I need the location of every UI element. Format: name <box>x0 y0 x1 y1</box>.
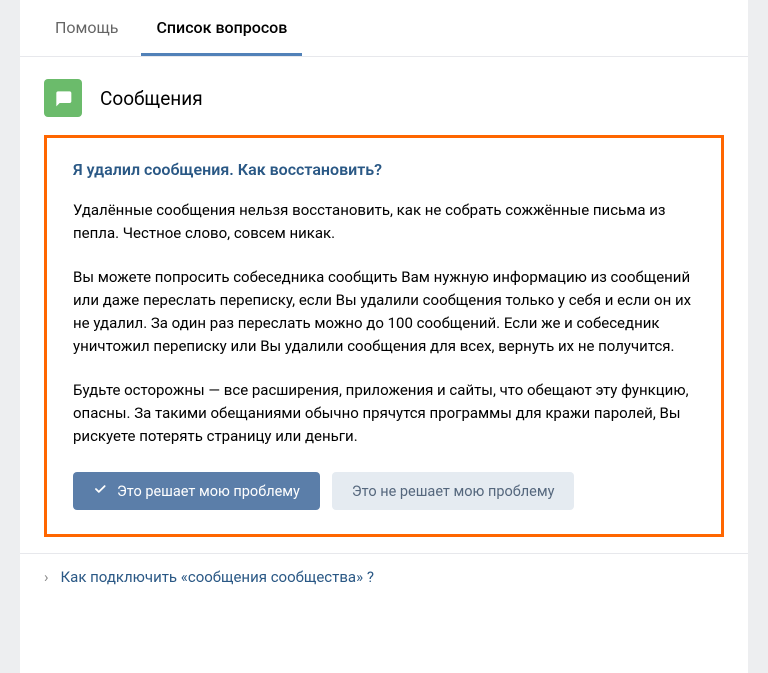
section-header: Сообщения <box>20 57 748 135</box>
faq-paragraph: Будьте осторожны — все расширения, прило… <box>73 379 695 449</box>
feedback-buttons: Это решает мою проблему Это не решает мо… <box>73 472 695 510</box>
faq-question: Я удалил сообщения. Как восстановить? <box>73 160 695 179</box>
faq-card: Я удалил сообщения. Как восстановить? Уд… <box>44 135 724 537</box>
section-title: Сообщения <box>100 87 203 110</box>
related-question-label: Как подключить «сообщения сообщества» ? <box>61 568 374 586</box>
faq-paragraph: Удалённые сообщения нельзя восстановить,… <box>73 199 695 246</box>
faq-answer: Удалённые сообщения нельзя восстановить,… <box>73 199 695 448</box>
messages-icon <box>44 79 82 117</box>
not-solves-button-label: Это не решает мою проблему <box>352 483 555 500</box>
tabs-bar: Помощь Список вопросов <box>20 0 748 57</box>
tab-help[interactable]: Помощь <box>40 0 133 56</box>
help-page-container: Помощь Список вопросов Сообщения Я удали… <box>20 0 748 673</box>
solves-button-label: Это решает мою проблему <box>117 483 300 500</box>
chevron-right-icon: › <box>44 568 49 586</box>
related-question-link[interactable]: › Как подключить «сообщения сообщества» … <box>20 553 748 600</box>
not-solves-problem-button[interactable]: Это не решает мою проблему <box>332 472 575 510</box>
faq-paragraph: Вы можете попросить собеседника сообщить… <box>73 266 695 359</box>
solves-problem-button[interactable]: Это решает мою проблему <box>73 472 320 510</box>
tab-questions[interactable]: Список вопросов <box>141 0 302 56</box>
check-icon <box>93 482 107 500</box>
